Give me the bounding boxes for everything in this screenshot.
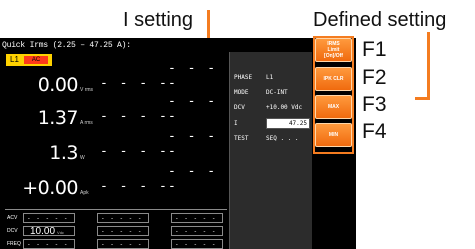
secondary-label: ACV <box>7 215 18 221</box>
secondary-readings: ACV - - - - - - - - - - - - - - - DCV 10… <box>5 209 227 249</box>
screen-title: Quick Irms (2.25 – 47.25 A): <box>2 41 131 50</box>
secondary-row-acv: ACV - - - - - - - - - - - - - - - <box>5 212 227 225</box>
measurement-row: 1.3 W - - - - - - - - <box>0 129 230 164</box>
measurement-dashes: - - - - <box>100 144 169 159</box>
measurement-value: 0.00 <box>37 74 79 96</box>
range-badge: AC <box>24 56 48 64</box>
instrument-screen: Quick Irms (2.25 – 47.25 A): L1 AC 0.00 … <box>0 38 356 249</box>
secondary-cell: - - - - - <box>97 213 149 223</box>
secondary-label: DCV <box>7 228 18 234</box>
secondary-row-freq: FREQ - - - - - - - - - - - - - - - <box>5 238 227 249</box>
setting-test[interactable]: TEST SEQ . . . <box>230 133 312 147</box>
defined-setting-leader-h <box>415 97 430 100</box>
secondary-cell-selected: 10.00 Vdc <box>23 226 75 237</box>
setting-value: L1 <box>266 74 274 81</box>
secondary-row-dcv: DCV 10.00 Vdc - - - - - - - - - - <box>5 225 227 238</box>
secondary-cell-value: 10.00 <box>30 226 56 237</box>
defined-setting-callout: Defined setting <box>313 9 447 31</box>
defined-setting-leader-v <box>427 32 430 100</box>
setting-value: SEQ . . . <box>266 135 299 142</box>
measurement-value: +0.00 <box>22 177 78 199</box>
setting-label: PHASE <box>234 74 253 81</box>
secondary-cell: - - - - - <box>171 239 223 249</box>
secondary-cell: - - - - - <box>23 239 75 249</box>
measurement-dashes: - - - - <box>100 76 169 91</box>
setting-dcv[interactable]: DCV +10.00 Vdc <box>230 102 312 116</box>
defined-setting-frame <box>313 36 354 154</box>
setting-phase[interactable]: PHASE L1 <box>230 72 312 86</box>
measurement-row: 0.00 V rms - - - - - - - - <box>0 61 230 96</box>
secondary-cell: - - - - - <box>171 213 223 223</box>
setting-i[interactable]: I 47.25 <box>230 118 312 132</box>
measurement-value: 1.37 <box>37 107 79 129</box>
secondary-cell: - - - - - <box>97 226 149 236</box>
f4-label: F4 <box>362 120 387 143</box>
measurement-dashes: - - - - <box>100 179 169 194</box>
setting-value: DC-INT <box>266 89 288 96</box>
measurement-value: 1.3 <box>49 142 78 164</box>
range-label: L1 <box>10 55 19 64</box>
f1-label: F1 <box>362 38 387 61</box>
measurement-unit: Apk <box>80 190 89 196</box>
measurement-unit: A rms <box>80 120 93 126</box>
setting-value: +10.00 Vdc <box>266 104 303 111</box>
f3-label: F3 <box>362 93 387 116</box>
secondary-cell: - - - - - <box>23 213 75 223</box>
measurement-row: +0.00 Apk - - - - - - - - <box>0 164 230 199</box>
setting-label: TEST <box>234 135 249 142</box>
setting-label: DCV <box>234 104 245 111</box>
measurement-dashes: - - - - <box>168 164 218 194</box>
i-setting-callout: I setting <box>123 9 194 31</box>
secondary-label: FREQ <box>7 241 21 247</box>
measurement-dashes: - - - - <box>168 61 218 91</box>
secondary-cell-unit: Vdc <box>57 230 64 235</box>
measurement-dashes: - - - - <box>100 109 169 124</box>
f2-label: F2 <box>362 66 387 89</box>
settings-panel: PHASE L1 MODE DC-INT DCV +10.00 Vdc I 47… <box>229 52 312 249</box>
measurement-row: 1.37 A rms - - - - - - - - <box>0 94 230 129</box>
measurement-dashes: - - - - <box>168 94 218 124</box>
measurement-unit: W <box>80 155 85 161</box>
range-indicator: L1 AC <box>6 54 52 66</box>
setting-label: I <box>234 120 238 127</box>
secondary-cell: - - - - - <box>171 226 223 236</box>
secondary-cell: - - - - - <box>97 239 149 249</box>
setting-label: MODE <box>234 89 249 96</box>
i-setting-field[interactable]: 47.25 <box>266 118 310 129</box>
measurement-unit: V rms <box>80 87 94 93</box>
setting-mode[interactable]: MODE DC-INT <box>230 87 312 101</box>
measurement-dashes: - - - - <box>168 129 218 159</box>
